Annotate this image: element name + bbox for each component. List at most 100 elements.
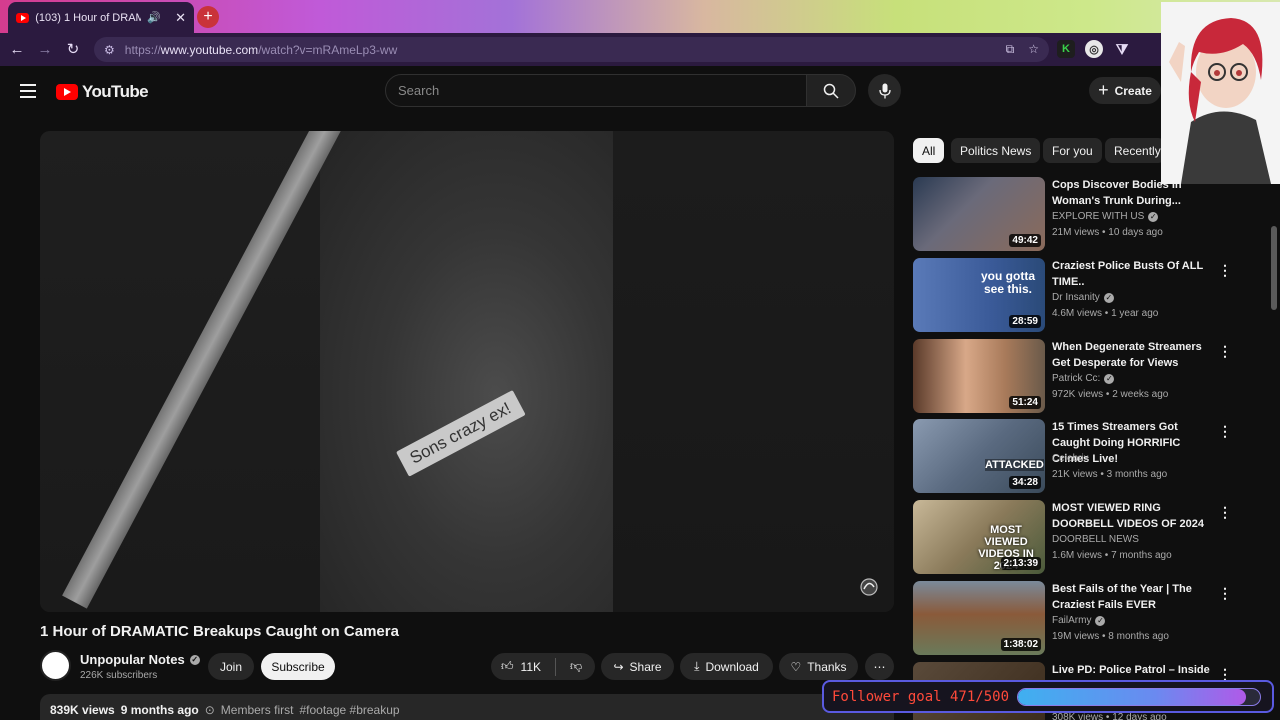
recommendation-meta: 4.6M views • 1 year ago [1052,308,1159,319]
recommendation-title[interactable]: MOST VIEWED RING DOORBELL VIDEOS OF 2024 [1052,500,1212,532]
channel-name[interactable]: Unpopular Notes ✓ [80,652,200,667]
recommendation-channel[interactable]: Dr Insanity ✓ [1052,292,1114,303]
new-tab-button[interactable]: + [197,6,219,28]
more-vertical-icon[interactable]: ⋮ [1218,423,1232,440]
recommendation-item[interactable]: ATTACKED 34:28 15 Times Streamers Got Ca… [913,419,1233,494]
vtuber-avatar-overlay [1161,2,1280,184]
download-icon: ⤓ [694,659,700,673]
hashtags[interactable]: #footage #breakup [299,703,399,720]
speaker-icon[interactable]: 🔊 [147,11,161,24]
video-title: 1 Hour of DRAMATIC Breakups Caught on Ca… [40,623,399,640]
more-vertical-icon[interactable]: ⋮ [1218,585,1232,602]
chip-recently[interactable]: Recently [1105,138,1165,163]
download-button[interactable]: ⤓ Download [680,653,773,680]
verified-icon: ✓ [1103,292,1114,303]
tab-title: (103) 1 Hour of DRAMATIC [35,11,142,24]
verified-icon: ✓ [1095,615,1106,626]
like-button[interactable]: 👍︎ 11K [501,659,541,674]
reload-icon[interactable]: ↻ [59,35,87,63]
verified-icon: ✓ [189,654,200,665]
video-thumbnail[interactable]: ATTACKED 34:28 [913,419,1045,493]
youtube-favicon-icon [16,12,30,23]
recommendation-meta: 21K views • 3 months ago [1052,469,1168,480]
verified-icon: ✓ [1148,211,1159,222]
recommendation-title[interactable]: Live PD: Police Patrol – Inside [1052,662,1212,678]
more-actions-button[interactable]: ⋯ [865,653,894,680]
channel-watermark-icon[interactable] [859,577,879,597]
recommendation-title[interactable]: When Degenerate Streamers Get Desperate … [1052,339,1212,371]
address-bar[interactable]: ⚙ https://www.youtube.com/watch?v=mRAmeL… [94,37,1049,62]
extension-k-icon[interactable]: K [1057,40,1075,58]
channel-avatar[interactable] [40,650,71,681]
page-scrollbar[interactable] [1271,226,1277,310]
extension-circle-icon[interactable]: ◎ [1085,40,1103,58]
recommendation-item[interactable]: 49:42 Cops Discover Bodies In Woman's Tr… [913,177,1233,252]
video-thumbnail[interactable]: MOST VIEWED VIDEOS IN 2024 2:13:39 [913,500,1045,574]
recommendation-item[interactable]: you gotta see this. 28:59 Craziest Polic… [913,258,1233,333]
recommendation-meta: 308K views • 12 days ago [1052,712,1167,720]
more-vertical-icon[interactable]: ⋮ [1218,262,1232,279]
search-button[interactable] [806,74,856,107]
view-count: 839K views [50,703,115,717]
search-icon [823,83,839,99]
more-vertical-icon[interactable]: ⋮ [1218,343,1232,360]
more-vertical-icon[interactable]: ⋮ [1218,504,1232,521]
youtube-play-icon [56,84,78,100]
recommendation-channel[interactable]: DOORBELL NEWS [1052,534,1139,545]
like-dislike-group: 👍︎ 11K 👎︎ [491,653,595,680]
voice-search-button[interactable] [868,74,901,107]
recommendation-channel[interactable]: Patrick Cc: ✓ [1052,373,1115,384]
chip-all[interactable]: All [913,138,945,163]
menu-icon[interactable] [20,84,36,102]
thanks-heart-icon: ♡ [790,659,802,674]
video-thumbnail[interactable]: 49:42 [913,177,1045,251]
recommendation-item[interactable]: MOST VIEWED VIDEOS IN 2024 2:13:39 MOST … [913,500,1233,575]
bookmark-star-icon[interactable]: ☆ [1028,42,1039,57]
follower-goal-widget: Follower goal 471/500 [822,680,1274,713]
more-horizontal-icon: ⋯ [873,659,886,674]
chip-for-you[interactable]: For you [1043,138,1102,163]
recommendation-meta: 972K views • 2 weeks ago [1052,389,1169,400]
share-button[interactable]: ↪ Share [601,653,674,680]
recommendation-channel[interactable]: FailArmy ✓ [1052,615,1106,626]
search-input[interactable]: Search [385,74,807,107]
back-icon[interactable]: ← [3,35,31,63]
browser-toolbar: ← → ↻ ⚙ https://www.youtube.com/watch?v=… [0,33,1280,66]
members-first-label: Members first [220,703,294,717]
thumbs-up-icon: 👍︎ [501,659,514,673]
install-app-icon[interactable]: ⧉ [1006,42,1015,57]
recommendation-channel[interactable]: EXPLORE WITH US ✓ [1052,211,1159,222]
recommendation-meta: 1.6M views • 7 months ago [1052,550,1172,561]
recommendation-title[interactable]: Craziest Police Busts Of ALL TIME.. [1052,258,1212,290]
recommendation-meta: 19M views • 8 months ago [1052,631,1169,642]
follower-goal-fill [1018,688,1246,705]
create-button[interactable]: + Create [1089,77,1161,104]
chip-politics-news[interactable]: Politics News [951,138,1041,163]
url-text[interactable]: https://www.youtube.com/watch?v=mRAmeLp3… [125,43,397,57]
subscriber-count: 226K subscribers [80,670,158,681]
youtube-logo[interactable]: YouTube [56,82,149,102]
video-thumbnail[interactable]: 51:24 [913,339,1045,413]
follower-goal-bar [1017,687,1262,706]
close-tab-icon[interactable]: ✕ [175,10,186,26]
forward-icon[interactable]: → [31,35,59,63]
dislike-button[interactable]: 👎︎ [570,659,582,674]
recommendation-channel[interactable]: Celebrix [1052,453,1089,464]
join-button[interactable]: Join [208,653,254,680]
extensions-puzzle-icon[interactable]: ⧩ [1113,40,1131,58]
microphone-icon [878,83,891,98]
recommendation-title[interactable]: Best Fails of the Year | The Craziest Fa… [1052,581,1212,613]
browser-tab[interactable]: (103) 1 Hour of DRAMATIC 🔊 ✕ [8,2,194,33]
video-thumbnail[interactable]: you gotta see this. 28:59 [913,258,1045,332]
description-box[interactable]: 839K views 9 months ago ⊙ Members first … [40,694,894,720]
verified-icon: ✓ [1104,373,1115,384]
site-info-icon[interactable]: ⚙ [104,43,115,57]
vtuber-avatar-image [1161,2,1280,184]
video-player[interactable] [40,131,894,612]
thumbnail-text: ATTACKED [985,459,1044,471]
recommendation-item[interactable]: 1:38:02 Best Fails of the Year | The Cra… [913,581,1233,656]
thanks-button[interactable]: ♡ Thanks [779,653,858,680]
video-thumbnail[interactable]: 1:38:02 [913,581,1045,655]
recommendation-item[interactable]: 51:24 When Degenerate Streamers Get Desp… [913,339,1233,414]
subscribe-button[interactable]: Subscribe [261,653,335,680]
